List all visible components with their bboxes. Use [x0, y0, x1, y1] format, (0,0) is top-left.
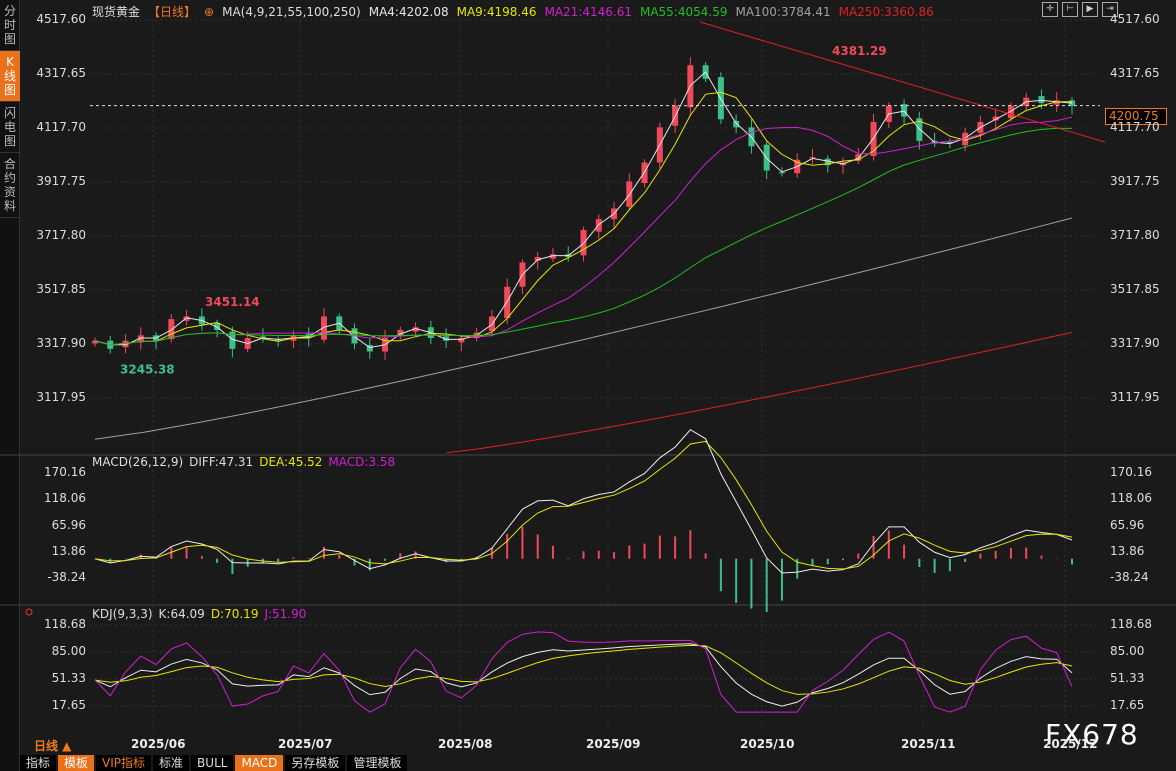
crosshair-tool-icon[interactable]: ✛: [1042, 2, 1058, 17]
ma-value-1: MA9:4198.46: [456, 5, 537, 19]
toolbar-button-2[interactable]: VIP指标: [96, 755, 152, 771]
date-axis-label: 2025/06: [131, 737, 186, 751]
price-axis-label: 3117.95: [1110, 390, 1160, 404]
kdj-axis-label-left: 17.65: [51, 698, 86, 712]
date-axis-label: 2025/11: [901, 737, 956, 751]
toolbar-button-7[interactable]: 管理模板: [347, 755, 408, 771]
period-tag[interactable]: 【日线】: [148, 5, 196, 19]
chart-tools: ✛ ⊢ ▶ ⇥: [1042, 2, 1118, 17]
candle: [580, 230, 587, 256]
candle: [168, 319, 175, 340]
macd-header-value-2: DEA:45.52: [259, 455, 323, 469]
kdj-axis-label: 85.00: [1110, 644, 1145, 658]
date-axis-label: 2025/12: [1043, 737, 1098, 751]
price-axis-label-left: 3517.85: [36, 282, 86, 296]
trend-line[interactable]: [699, 21, 1106, 143]
symbol-name: 现货黄金: [92, 5, 141, 19]
date-axis-label: 2025/09: [586, 737, 641, 751]
price-annotation: 3245.38: [120, 363, 175, 377]
price-axis-label: 3317.90: [1110, 336, 1160, 350]
price-axis-label: 4117.70: [1110, 120, 1160, 134]
kdj-axis-label-left: 118.68: [44, 617, 86, 631]
kdj-axis-label-left: 85.00: [51, 644, 86, 658]
toolbar-button-0[interactable]: 指标: [20, 755, 57, 771]
price-axis-label: 4317.65: [1110, 66, 1160, 80]
price-axis-label-left: 3117.95: [36, 390, 86, 404]
ma-label[interactable]: MA(4,9,21,55,100,250): [222, 5, 361, 19]
price-annotation: 4381.29: [832, 44, 887, 58]
date-axis-label: 2025/10: [740, 737, 795, 751]
kdj-header-value-0: KDJ(9,3,3): [92, 607, 153, 621]
play-icon[interactable]: ▶: [1082, 2, 1098, 17]
candle: [1038, 96, 1045, 104]
chart-header: 现货黄金 【日线】 ⊕ MA(4,9,21,55,100,250) MA4:4202.0…: [92, 3, 950, 20]
macd-axis-label-left: 13.86: [51, 543, 86, 558]
macd-axis-label-left: -38.24: [47, 570, 86, 584]
toolbar-button-3[interactable]: 标准: [153, 755, 190, 771]
candle: [595, 219, 602, 232]
period-selector[interactable]: 日线 ▲: [34, 737, 71, 754]
price-axis-label-left: 3717.80: [36, 228, 86, 242]
toolbar-button-6[interactable]: 另存模板: [285, 755, 346, 771]
crosshair-icon[interactable]: ⊕: [204, 5, 214, 19]
macd-axis-label: 13.86: [1110, 543, 1145, 558]
ma-value-3: MA55:4054.59: [639, 5, 728, 19]
price-axis-label-left: 3917.75: [36, 174, 86, 188]
macd-axis-label: 170.16: [1110, 465, 1152, 479]
toolbar-button-1[interactable]: 模板: [58, 755, 95, 771]
macd-header: MACD(26,12,9) DIFF:47.31 DEA:45.52 MACD:3.5…: [92, 455, 401, 469]
kdj-axis-label: 51.33: [1110, 671, 1145, 685]
price-axis-label: 4517.60: [1110, 12, 1160, 26]
ma250-line: [446, 331, 1073, 454]
kdj-header-value-2: D:70.19: [210, 607, 259, 621]
price-axis-label-left: 4517.60: [36, 12, 86, 26]
macd-axis-label-left: 65.96: [51, 517, 86, 532]
price-axis-label-left: 3317.90: [36, 336, 86, 350]
ma-value-4: MA100:3784.41: [735, 5, 831, 19]
kdj-axis-label: 17.65: [1110, 698, 1145, 712]
price-axis-label: 3517.85: [1110, 282, 1160, 296]
zoom-in-icon[interactable]: ⊢: [1062, 2, 1078, 17]
ma-value-2: MA21:4146.61: [544, 5, 632, 19]
candle: [733, 120, 740, 128]
date-axis-label: 2025/08: [438, 737, 493, 751]
macd-axis-label: 65.96: [1110, 517, 1145, 532]
price-axis-label-left: 4117.70: [36, 120, 86, 134]
macd-axis-label-left: 170.16: [44, 465, 86, 479]
price-annotation: 3451.14: [205, 295, 260, 309]
macd-axis-label-left: 118.06: [44, 491, 86, 506]
k-line: [94, 643, 1073, 707]
macd-header-value-3: MACD:3.58: [328, 455, 396, 469]
price-axis-label: 3717.80: [1110, 228, 1160, 242]
indicator-dot-icon[interactable]: [25, 608, 33, 616]
date-axis-label: 2025/07: [278, 737, 333, 751]
macd-axis-label: -38.24: [1110, 570, 1149, 584]
macd-header-value-1: DIFF:47.31: [189, 455, 254, 469]
bottom-toolbar: 指标 模板 VIP指标 标准 BULL MACD 另存模板 管理模板: [20, 755, 409, 771]
kdj-axis-label-left: 51.33: [51, 671, 86, 685]
kdj-axis-label: 118.68: [1110, 617, 1152, 631]
ma-value-0: MA4:4202.08: [368, 5, 449, 19]
kdj-header: KDJ(9,3,3) K:64.09 D:70.19 J:51.90: [92, 607, 312, 621]
chart-canvas[interactable]: 4381.29 3451.14 3245.38: [0, 0, 1176, 771]
price-axis-label-left: 4317.65: [36, 66, 86, 80]
macd-axis-label: 118.06: [1110, 491, 1152, 506]
j-line: [94, 631, 1073, 713]
kdj-header-value-1: K:64.09: [158, 607, 205, 621]
toolbar-button-5[interactable]: MACD: [235, 755, 284, 771]
ma-value-5: MA250:3360.86: [838, 5, 934, 19]
price-axis-label: 3917.75: [1110, 174, 1160, 188]
toolbar-button-4[interactable]: BULL: [191, 755, 234, 771]
macd-header-value-0: MACD(26,12,9): [92, 455, 184, 469]
kdj-header-value-3: J:51.90: [264, 607, 307, 621]
